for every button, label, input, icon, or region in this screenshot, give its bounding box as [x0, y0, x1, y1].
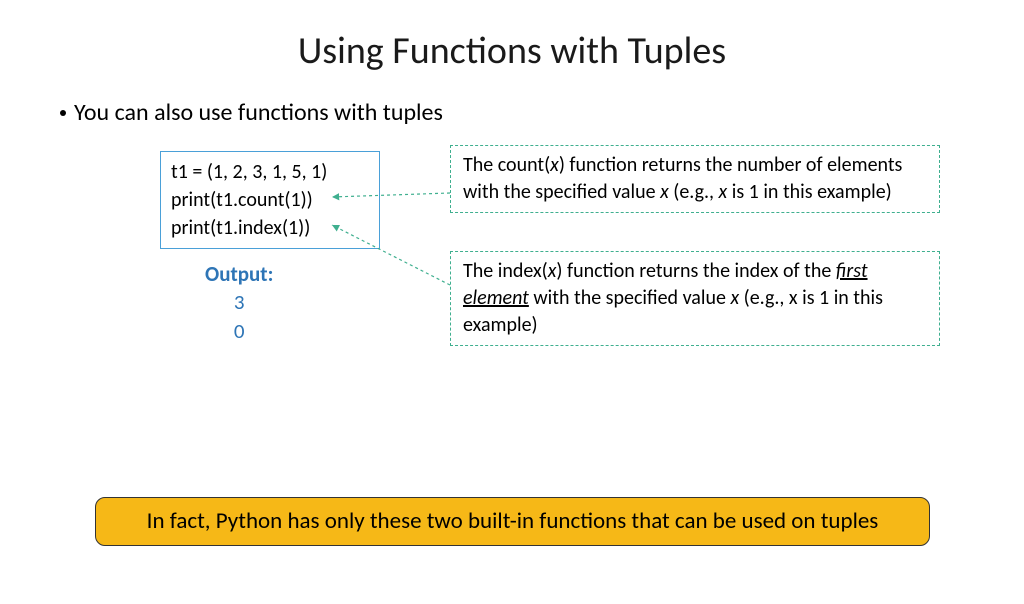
note-count-x2: x: [660, 180, 669, 204]
bullet-dot-icon: [60, 110, 66, 116]
code-line-1: t1 = (1, 2, 3, 1, 5, 1): [171, 158, 369, 186]
output-value-1: 3: [205, 288, 273, 316]
note-index-x2: x: [730, 286, 739, 310]
note-count-x3: x: [719, 180, 728, 204]
content-area: t1 = (1, 2, 3, 1, 5, 1) print(t1.count(1…: [0, 145, 1024, 405]
slide-title: Using Functions with Tuples: [0, 28, 1024, 74]
note-count-x1: x: [550, 153, 559, 177]
code-line-3: print(t1.index(1)): [171, 214, 369, 242]
note-count-box: The count(x) function returns the number…: [450, 145, 940, 213]
note-count-text-3: (e.g.,: [669, 180, 719, 204]
output-block: Output: 3 0: [205, 260, 273, 345]
note-count-text-1: The count(: [463, 153, 550, 177]
note-count-text-4: is 1 in this example): [727, 180, 892, 204]
bullet-text: You can also use functions with tuples: [74, 98, 443, 127]
note-index-text-2: ) function returns the index of the: [556, 259, 835, 283]
code-line-2: print(t1.count(1)): [171, 186, 369, 214]
note-index-text-1: The index(: [463, 259, 548, 283]
note-index-text-3: with the specified value: [529, 286, 731, 310]
code-box: t1 = (1, 2, 3, 1, 5, 1) print(t1.count(1…: [160, 151, 380, 249]
callout-text: In fact, Python has only these two built…: [147, 507, 879, 535]
bullet-item: You can also use functions with tuples: [60, 98, 1024, 127]
callout-bar: In fact, Python has only these two built…: [95, 497, 930, 546]
note-index-box: The index( x ) function returns the index …: [450, 251, 940, 346]
output-value-2: 0: [205, 317, 273, 345]
output-label: Output:: [205, 260, 273, 288]
